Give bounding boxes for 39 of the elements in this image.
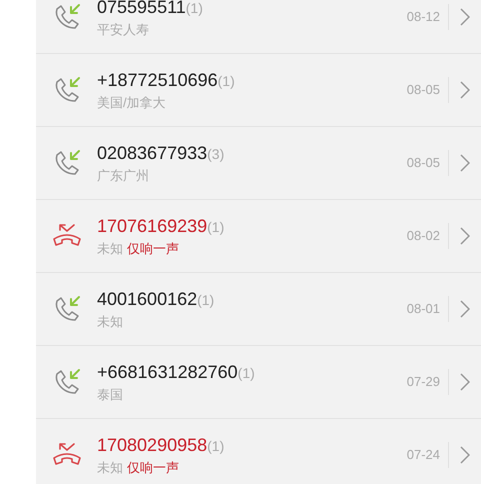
location-label: 未知 [97, 458, 123, 477]
chevron-right-icon[interactable] [460, 81, 470, 99]
call-count: (1) [186, 0, 203, 18]
call-date: 07-29 [406, 373, 440, 392]
phone-number: +6681631282760 [97, 360, 238, 384]
phone-number: 4001600162 [97, 288, 198, 311]
call-date: 07-24 [406, 446, 440, 464]
chevron-right-icon[interactable] [460, 300, 470, 318]
call-count: (1) [197, 290, 214, 310]
missed-call-icon [50, 223, 82, 249]
phone-number: 17080290958 [97, 434, 208, 457]
location-label: 未知 [97, 312, 123, 331]
phone-number: 02083677933 [97, 142, 208, 165]
location-label: 平安人寿 [97, 20, 149, 39]
call-count: (1) [207, 436, 224, 456]
call-date: 08-05 [406, 81, 440, 100]
phone-number: 075595511 [97, 0, 186, 19]
chevron-right-icon[interactable] [460, 373, 470, 391]
call-count: (1) [238, 364, 255, 383]
call-date: 08-01 [406, 300, 440, 318]
ring-once-tag: 仅响一声 [127, 238, 179, 258]
call-date: 08-05 [406, 154, 440, 172]
location-label: 美国/加拿大 [97, 94, 166, 112]
call-date: 08-02 [406, 227, 440, 246]
call-count: (3) [207, 144, 224, 164]
chevron-right-icon[interactable] [460, 154, 470, 172]
missed-call-icon [50, 442, 82, 468]
location-label: 未知 [97, 240, 123, 258]
call-count: (1) [218, 72, 235, 91]
chevron-right-icon[interactable] [460, 227, 470, 245]
chevron-right-icon[interactable] [460, 8, 470, 26]
phone-number: +18772510696 [97, 68, 218, 92]
call-date: 08-12 [406, 8, 440, 26]
location-label: 泰国 [97, 386, 123, 404]
chevron-right-icon[interactable] [460, 446, 470, 464]
call-count: (1) [207, 218, 224, 237]
phone-number: 17076169239 [97, 214, 208, 238]
location-label: 广东广州 [97, 166, 149, 185]
ring-once-tag: 仅响一声 [127, 458, 179, 478]
